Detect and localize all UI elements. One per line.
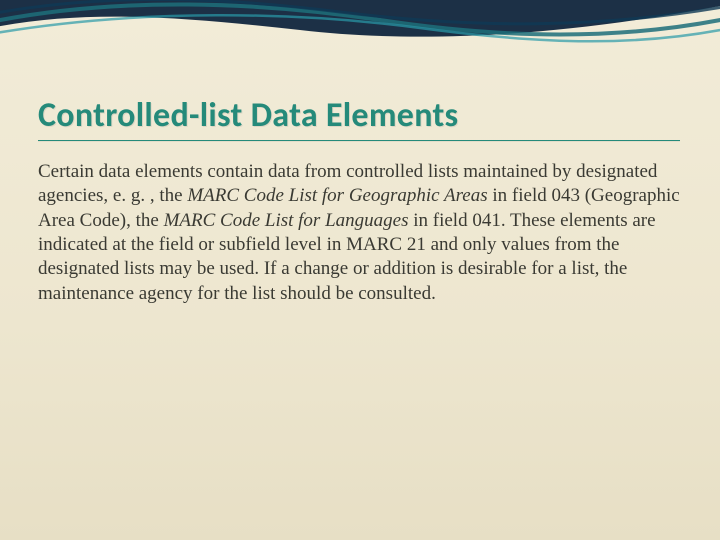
- body-italic-2: MARC Code List for Languages: [164, 210, 414, 231]
- slide: Controlled-list Data Elements Certain da…: [0, 0, 720, 540]
- slide-title: Controlled-list Data Elements: [38, 95, 680, 138]
- content-area: Controlled-list Data Elements Certain da…: [38, 95, 680, 325]
- title-underline: [38, 140, 680, 141]
- body-italic-1: MARC Code List for Geographic Areas: [187, 185, 487, 206]
- slide-body: Certain data elements contain data from …: [38, 160, 680, 306]
